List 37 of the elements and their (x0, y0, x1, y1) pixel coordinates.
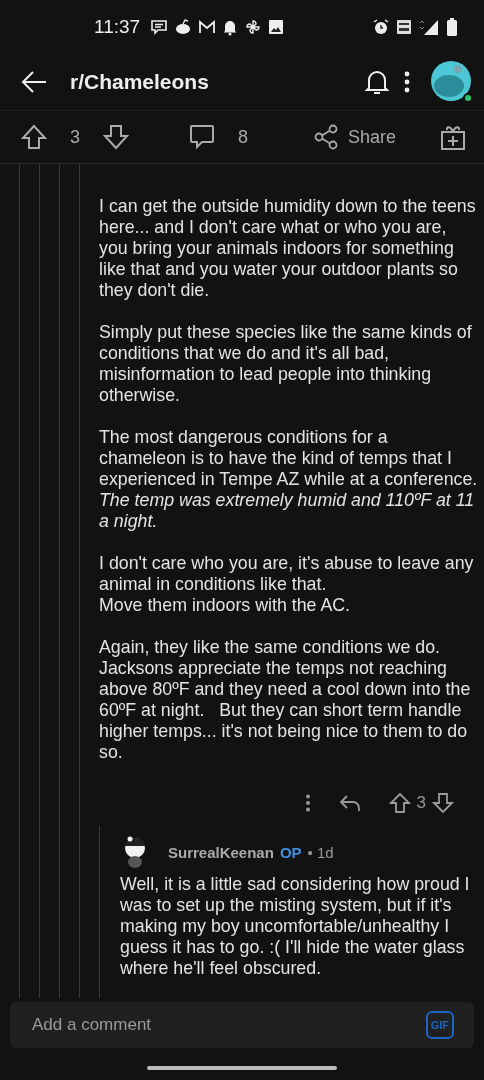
comment-count: 8 (238, 126, 248, 148)
more-options-button[interactable] (304, 794, 311, 812)
pinwheel-icon (244, 18, 263, 36)
share-icon (313, 124, 338, 150)
comment-text: The most dangerous conditions for a chameleon is to have the kind of temps that I experienced in Tempe AZ while at a conference. The temp was extremely humid and 110ºF at 11 a night. (99, 427, 478, 532)
subreddit-title: r/Chameleons (70, 70, 209, 94)
comment-text: Again, they like the same conditions we do. Jacksons appreciate the temps not reaching above 80ºF and they need a cool down into the 60ºF at night. But they can short term handle higher temps... it's not being nice to them to do so. (99, 637, 472, 763)
comment-text: I can get the outside humidity down to the teens here... and I don't care what or who you are, you bring your animals indoors for something like that and you water your outdoor plants so they don't die. (99, 196, 477, 301)
bell-icon (222, 18, 239, 36)
upvote-button[interactable] (388, 792, 411, 814)
signal-icon (418, 18, 440, 36)
vote-count: 3 (70, 126, 80, 148)
vote-count: 3 (416, 793, 426, 813)
op-label: OP (279, 843, 302, 861)
reply-button[interactable] (338, 794, 361, 812)
award-button[interactable] (440, 123, 466, 151)
upvote-button[interactable] (20, 123, 48, 151)
comment-text: Simply put these species like the same kinds of conditions that we do and it's all bad, misinformation to lead people into thinking otherwise. (99, 322, 473, 406)
comment-age: • 1d (307, 843, 334, 861)
alarm-icon (372, 18, 390, 36)
comment-text: Move them indoors with the AC. (99, 595, 352, 616)
battery-icon (446, 17, 458, 37)
mail-icon (198, 18, 217, 36)
downvote-button[interactable] (102, 123, 130, 151)
image-icon (268, 19, 285, 35)
profile-avatar-button[interactable] (430, 60, 474, 104)
message-icon (150, 18, 169, 36)
notification-bell-button[interactable] (364, 68, 390, 96)
downvote-button[interactable] (432, 792, 454, 814)
comments-button[interactable] (188, 123, 216, 151)
share-button[interactable]: Share (313, 124, 396, 150)
username[interactable]: SurrealKeenan (168, 843, 274, 861)
reply-text: Well, it is a little sad considering how proud I was to set up the misting system, but if it's making my boy uncomfortable/unhealthy I guess it has to go. :( I'll hide the water glass where he'll feel obscured. (120, 874, 471, 979)
more-options-button[interactable] (404, 71, 410, 93)
status-time: 11:37 (94, 16, 141, 38)
back-button[interactable] (20, 70, 48, 94)
comment-text: I don't care who you are, it's abuse to leave any animal in conditions like that. (99, 553, 475, 595)
